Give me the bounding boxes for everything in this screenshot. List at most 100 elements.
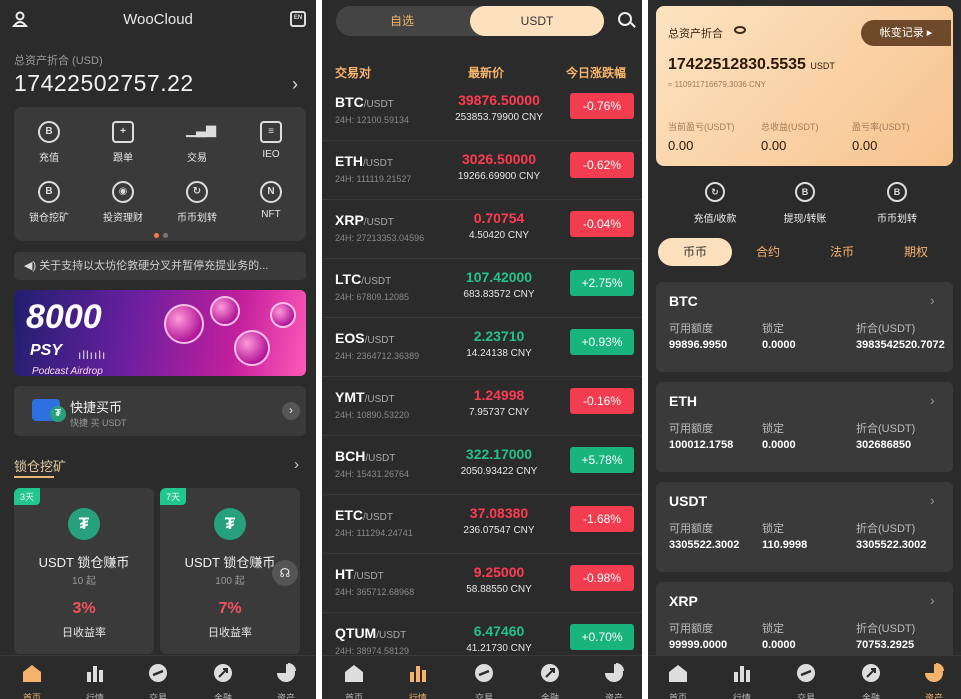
market-row[interactable]: ETC/USDT 24H: 111294.24741 37.08380 236.075… <box>322 495 642 554</box>
pair-name: BTC/USDT <box>335 94 394 110</box>
quick-item-lock-mining[interactable]: B 锁仓挖矿 <box>14 181 84 224</box>
quick-item-label: 交易 <box>187 153 207 164</box>
stat-label: 盈亏率(USDT) <box>852 122 910 132</box>
records-button[interactable]: 帐变记录 ▸ <box>861 20 951 46</box>
stat-label: 总收益(USDT) <box>761 122 819 132</box>
quick-buy-title: 快捷买币 <box>70 400 123 415</box>
price-cny: 253853.79900 CNY <box>455 112 543 123</box>
tab-spot[interactable]: 币币 <box>658 238 732 266</box>
tab-label: 金融 <box>213 693 232 699</box>
pair-volume: 24H: 67809.12085 <box>335 292 410 302</box>
tab-finance[interactable]: 金融 <box>199 662 247 699</box>
market-row[interactable]: YMT/USDT 24H: 10890.53220 1.24998 7.95737 C… <box>322 377 642 436</box>
pair-quote: /USDT <box>363 99 394 110</box>
quick-item-transfer[interactable]: ↻ 币币划转 <box>162 181 232 224</box>
tab-market[interactable]: 行情 <box>394 662 442 699</box>
quick-buy-card[interactable]: ₮ 快捷买币 快捷 买 USDT › <box>14 386 306 436</box>
tab-finance[interactable]: 金融 <box>847 662 895 699</box>
quick-item-label: 投资理财 <box>103 213 143 224</box>
tether-icon: ₮ <box>50 406 66 422</box>
tab-home[interactable]: 首页 <box>8 662 56 699</box>
pair-volume: 24H: 27213353.04596 <box>335 233 425 243</box>
account-card[interactable]: USDT › 可用额度 锁定 折合(USDT) 3305522.3002 110.9998 3… <box>656 482 953 572</box>
market-icon <box>410 666 426 682</box>
tab-market[interactable]: 行情 <box>71 662 119 699</box>
action-withdraw[interactable]: B 提现/转账 <box>760 182 850 225</box>
sound-wave-icon: ıllıılı <box>78 348 107 362</box>
headset-icon[interactable]: ☊ <box>272 560 298 586</box>
lock-value: 110.9998 <box>762 539 808 551</box>
conv-label: 折合(USDT) <box>856 623 916 635</box>
quick-item-label: 充值 <box>39 153 59 164</box>
action-transfer[interactable]: B 币币划转 <box>852 182 942 225</box>
pair-base: HT <box>335 566 354 582</box>
coin-name: ETH <box>669 393 697 409</box>
price-cny: 41.21730 CNY <box>466 643 532 654</box>
pair-name: HT/USDT <box>335 566 384 582</box>
chevron-right-icon[interactable]: › <box>292 74 298 95</box>
search-icon[interactable] <box>618 12 632 26</box>
market-row[interactable]: LTC/USDT 24H: 67809.12085 107.42000 683.835… <box>322 259 642 318</box>
notice-bar[interactable]: ◀) 关于支持以太坊伦敦硬分叉并暂停充提业务的... <box>14 252 306 280</box>
chevron-right-icon[interactable]: › <box>282 402 300 420</box>
staking-rate-label: 日收益率 <box>62 627 106 639</box>
pair-quote: /USDT <box>361 276 392 287</box>
quick-item-trade[interactable]: ▁▃▆ 交易 <box>162 121 232 164</box>
pair-quote: /USDT <box>364 335 395 346</box>
staking-card[interactable]: 3天 ₮ USDT 锁仓赚币 10 起 3% 日收益率 <box>14 488 154 654</box>
change-badge: -0.16% <box>570 388 634 414</box>
account-card[interactable]: BTC › 可用额度 锁定 折合(USDT) 99896.9950 0.0000 398354… <box>656 282 953 372</box>
tab-assets[interactable]: 资产 <box>910 662 958 699</box>
eye-icon[interactable] <box>734 26 746 34</box>
market-row[interactable]: ETH/USDT 24H: 111119.21527 3026.50000 19266… <box>322 141 642 200</box>
tab-trade[interactable]: 交易 <box>460 662 508 699</box>
tab-market[interactable]: 行情 <box>718 662 766 699</box>
lock-label: 锁定 <box>762 323 784 335</box>
tab-options[interactable]: 期权 <box>879 238 953 266</box>
tab-assets[interactable]: 资产 <box>590 662 638 699</box>
tab-home[interactable]: 首页 <box>330 662 378 699</box>
trade-icon <box>797 664 815 682</box>
language-icon[interactable]: EN <box>290 11 306 27</box>
pair-quote: /USDT <box>363 217 394 228</box>
quick-item-deposit[interactable]: B 充值 <box>14 121 84 164</box>
duration-badge: 3天 <box>14 488 41 505</box>
tab-label: 首页 <box>668 693 687 699</box>
account-card[interactable]: ETH › 可用额度 锁定 折合(USDT) 100012.1758 0.0000 30268… <box>656 382 953 472</box>
chevron-right-icon[interactable]: › <box>294 456 299 473</box>
conv-value: 70753.2925 <box>856 639 915 651</box>
tab-fiat[interactable]: 法币 <box>805 238 879 266</box>
pair-quote: /USDT <box>365 453 396 464</box>
stat-value: 0.00 <box>852 138 878 153</box>
tab-trade[interactable]: 交易 <box>782 662 830 699</box>
action-deposit[interactable]: ↻ 充值/收款 <box>670 182 760 225</box>
price-cny: 19266.69900 CNY <box>457 171 541 182</box>
tab-trade[interactable]: 交易 <box>134 662 182 699</box>
market-row[interactable]: BCH/USDT 24H: 15431.26764 322.17000 2050.93… <box>322 436 642 495</box>
last-price: 39876.50000 <box>458 92 540 108</box>
staking-min: 10 起 <box>72 576 96 587</box>
tab-usdt[interactable]: USDT <box>470 6 604 36</box>
change-badge: -0.76% <box>570 93 634 119</box>
market-row[interactable]: HT/USDT 24H: 365712.68968 9.25000 58.88550 … <box>322 554 642 613</box>
quick-item-nft[interactable]: N NFT <box>236 181 306 220</box>
tab-label: 交易 <box>148 693 167 699</box>
tab-finance[interactable]: 金融 <box>526 662 574 699</box>
pair-base: ETH <box>335 153 363 169</box>
market-row[interactable]: BTC/USDT 24H: 12100.59134 39876.50000 25385… <box>322 82 642 141</box>
banner-caption: Podcast Airdrop <box>32 366 103 376</box>
quick-item-ieo[interactable]: ≡ IEO <box>236 121 306 160</box>
market-row[interactable]: EOS/USDT 24H: 2364712.36389 2.23710 14.2413… <box>322 318 642 377</box>
lock-value: 0.0000 <box>762 339 796 351</box>
tab-assets[interactable]: 资产 <box>262 662 310 699</box>
pair-base: YMT <box>335 389 365 405</box>
total-amount: 17422512830.5535 <box>668 56 806 73</box>
tab-home[interactable]: 首页 <box>654 662 702 699</box>
quick-item-invest[interactable]: ◉ 投资理财 <box>88 181 158 224</box>
tab-futures[interactable]: 合约 <box>731 238 805 266</box>
quick-item-copy-trade[interactable]: + 跟单 <box>88 121 158 164</box>
promo-banner[interactable]: 8000 PSY ıllıılı Podcast Airdrop <box>14 290 306 376</box>
market-row[interactable]: XRP/USDT 24H: 27213353.04596 0.70754 4.5042… <box>322 200 642 259</box>
change-badge: +2.75% <box>570 270 634 296</box>
tab-favorites[interactable]: 自选 <box>336 6 468 36</box>
